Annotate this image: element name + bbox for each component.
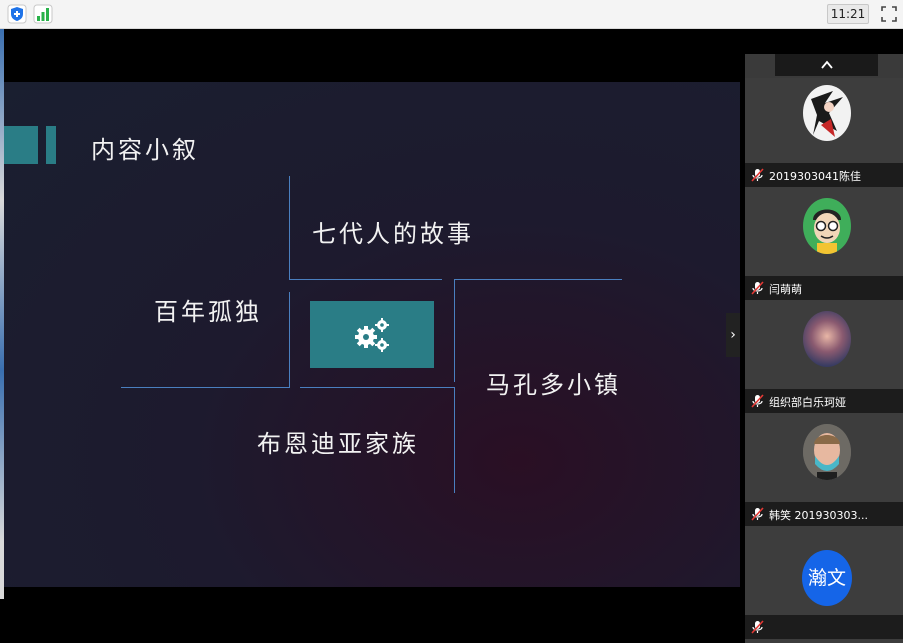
- divider-line: [121, 387, 290, 388]
- participant-tile[interactable]: 韩笑 201930303...: [745, 417, 903, 530]
- participant-sidebar: 2019303041陈佳 闫萌萌 组织部白乐珂娅 韩笑 201930303...…: [745, 54, 903, 643]
- avatar: [803, 85, 851, 141]
- title-accent-bar-small: [46, 126, 56, 164]
- participant-name-bar: [745, 615, 903, 639]
- avatar-text: 瀚文: [802, 550, 852, 606]
- participant-name-bar: 组织部白乐珂娅: [745, 389, 903, 413]
- mic-muted-icon: [751, 620, 764, 634]
- avatar: [803, 424, 851, 480]
- scroll-up-button[interactable]: [775, 54, 878, 76]
- mic-muted-icon: [751, 394, 764, 408]
- shield-icon[interactable]: [7, 4, 27, 24]
- top-toolbar: 11:21: [0, 0, 903, 29]
- participant-name: 闫萌萌: [769, 283, 802, 296]
- participant-name: 2019303041陈佳: [769, 170, 861, 183]
- participant-name-bar: 2019303041陈佳: [745, 163, 903, 187]
- collapse-sidebar-button[interactable]: ›: [726, 313, 740, 357]
- divider-line: [454, 279, 622, 280]
- fullscreen-icon[interactable]: [880, 5, 898, 23]
- gear-box: [310, 301, 434, 368]
- clock-display: 11:21: [827, 4, 869, 24]
- slide-item: 七代人的故事: [312, 220, 474, 248]
- divider-line: [300, 387, 455, 388]
- slide-item: 马孔多小镇: [486, 371, 621, 399]
- participant-tile[interactable]: 瀚文: [745, 530, 903, 643]
- gears-icon: [355, 318, 389, 352]
- title-accent-bar: [4, 126, 38, 164]
- slide-item: 百年孤独: [154, 298, 262, 326]
- slide-item: 布恩迪亚家族: [257, 430, 419, 458]
- participant-tile[interactable]: 组织部白乐珂娅: [745, 304, 903, 417]
- divider-line: [454, 279, 455, 382]
- divider-line: [289, 279, 442, 280]
- signal-icon[interactable]: [33, 4, 53, 24]
- mic-muted-icon: [751, 168, 764, 182]
- divider-line: [289, 176, 290, 280]
- avatar: [803, 311, 851, 367]
- participant-name-bar: 闫萌萌: [745, 276, 903, 300]
- participant-name: 组织部白乐珂娅: [769, 396, 846, 409]
- participant-tile[interactable]: 闫萌萌: [745, 191, 903, 304]
- slide-title: 内容小叙: [91, 136, 199, 164]
- chevron-up-icon: [820, 60, 833, 69]
- mic-muted-icon: [751, 507, 764, 521]
- participant-tile[interactable]: 2019303041陈佳: [745, 78, 903, 191]
- participant-name-bar: 韩笑 201930303...: [745, 502, 903, 526]
- shared-slide: 内容小叙 七代人的故事 百年孤独 马孔多小镇 布恩迪亚家族: [4, 82, 740, 587]
- chevron-right-icon: ›: [730, 327, 736, 343]
- divider-line: [454, 387, 455, 493]
- participant-name: 韩笑 201930303...: [769, 509, 868, 522]
- avatar: [803, 198, 851, 254]
- divider-line: [289, 292, 290, 387]
- mic-muted-icon: [751, 281, 764, 295]
